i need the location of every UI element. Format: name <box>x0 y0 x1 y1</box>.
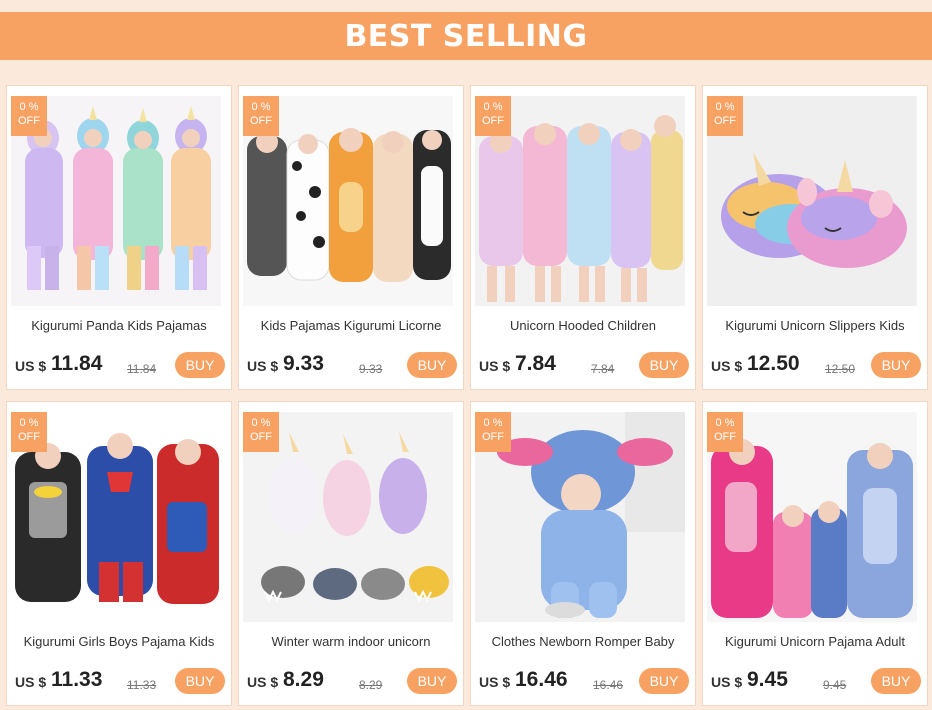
product-title[interactable]: Winter warm indoor unicorn <box>239 634 463 649</box>
product-price: 9.45 <box>747 668 788 691</box>
product-card[interactable]: 0 % OFF Kigurumi Panda Kids Pajamas US $… <box>6 85 232 390</box>
price-row: US $ 8.29 8.29 BUY <box>247 666 461 696</box>
original-price: 11.33 <box>127 678 157 692</box>
discount-percent: 0 % <box>251 417 271 429</box>
currency-label: US $ <box>479 674 511 690</box>
product-card[interactable]: 0 % OFF Kids Pajamas Kigurumi Licorne US… <box>238 85 464 390</box>
discount-off: OFF <box>714 431 736 443</box>
product-price: 8.29 <box>283 668 324 691</box>
best-selling-banner: BEST SELLING <box>0 12 932 60</box>
product-title[interactable]: Unicorn Hooded Children <box>471 318 695 333</box>
product-title[interactable]: Kids Pajamas Kigurumi Licorne <box>239 318 463 333</box>
product-price: 16.46 <box>515 668 568 691</box>
discount-badge: 0 % OFF <box>707 412 743 452</box>
banner-title: BEST SELLING <box>344 18 588 54</box>
discount-percent: 0 % <box>19 417 39 429</box>
product-price: 12.50 <box>747 352 800 375</box>
discount-percent: 0 % <box>19 101 39 113</box>
product-price: 9.33 <box>283 352 324 375</box>
discount-badge: 0 % OFF <box>475 412 511 452</box>
currency-label: US $ <box>247 358 279 374</box>
product-card[interactable]: 0 % OFF Kigurumi Girls Boys Pajama Kids … <box>6 401 232 706</box>
product-card[interactable]: 0 % OFF Kigurumi Unicorn Slippers Kids U… <box>702 85 928 390</box>
discount-badge: 0 % OFF <box>11 412 47 452</box>
discount-percent: 0 % <box>483 417 503 429</box>
currency-label: US $ <box>711 674 743 690</box>
buy-button[interactable]: BUY <box>407 668 457 694</box>
discount-off: OFF <box>18 431 40 443</box>
discount-badge: 0 % OFF <box>11 96 47 136</box>
product-title[interactable]: Kigurumi Unicorn Slippers Kids <box>703 318 927 333</box>
discount-percent: 0 % <box>483 101 503 113</box>
discount-off: OFF <box>250 431 272 443</box>
discount-off: OFF <box>714 115 736 127</box>
currency-label: US $ <box>15 358 47 374</box>
top-strip <box>0 0 932 10</box>
currency-label: US $ <box>479 358 511 374</box>
buy-button[interactable]: BUY <box>175 352 225 378</box>
discount-off: OFF <box>482 115 504 127</box>
currency-label: US $ <box>15 674 47 690</box>
original-price: 7.84 <box>591 362 615 376</box>
price-row: US $ 11.84 11.84 BUY <box>15 350 229 380</box>
price-row: US $ 16.46 16.46 BUY <box>479 666 693 696</box>
discount-percent: 0 % <box>251 101 271 113</box>
discount-off: OFF <box>18 115 40 127</box>
bottom-strip <box>0 706 932 710</box>
original-price: 9.45 <box>823 678 847 692</box>
product-title[interactable]: Kigurumi Panda Kids Pajamas <box>7 318 231 333</box>
buy-button[interactable]: BUY <box>407 352 457 378</box>
currency-label: US $ <box>711 358 743 374</box>
original-price: 11.84 <box>127 362 157 376</box>
product-card[interactable]: 0 % OFF Clothes Newborn Romper Baby US $… <box>470 401 696 706</box>
price-row: US $ 9.33 9.33 BUY <box>247 350 461 380</box>
buy-button[interactable]: BUY <box>871 352 921 378</box>
original-price: 12.50 <box>825 362 856 376</box>
product-card[interactable]: 0 % OFF Unicorn Hooded Children US $ 7.8… <box>470 85 696 390</box>
price-row: US $ 9.45 9.45 BUY <box>711 666 925 696</box>
price-row: US $ 12.50 12.50 BUY <box>711 350 925 380</box>
discount-badge: 0 % OFF <box>243 412 279 452</box>
buy-button[interactable]: BUY <box>639 352 689 378</box>
product-card[interactable]: 0 % OFF Winter warm indoor unicorn US $ … <box>238 401 464 706</box>
buy-button[interactable]: BUY <box>871 668 921 694</box>
discount-badge: 0 % OFF <box>707 96 743 136</box>
product-price: 11.33 <box>51 668 103 691</box>
original-price: 8.29 <box>359 678 383 692</box>
discount-badge: 0 % OFF <box>243 96 279 136</box>
price-row: US $ 11.33 11.33 BUY <box>15 666 229 696</box>
discount-off: OFF <box>482 431 504 443</box>
product-title[interactable]: Kigurumi Unicorn Pajama Adult <box>703 634 927 649</box>
product-card[interactable]: 0 % OFF Kigurumi Unicorn Pajama Adult US… <box>702 401 928 706</box>
buy-button[interactable]: BUY <box>639 668 689 694</box>
product-price: 11.84 <box>51 352 103 375</box>
buy-button[interactable]: BUY <box>175 668 225 694</box>
original-price: 16.46 <box>593 678 624 692</box>
discount-badge: 0 % OFF <box>475 96 511 136</box>
currency-label: US $ <box>247 674 279 690</box>
discount-percent: 0 % <box>715 101 735 113</box>
original-price: 9.33 <box>359 362 383 376</box>
product-title[interactable]: Clothes Newborn Romper Baby <box>471 634 695 649</box>
discount-off: OFF <box>250 115 272 127</box>
price-row: US $ 7.84 7.84 BUY <box>479 350 693 380</box>
discount-percent: 0 % <box>715 417 735 429</box>
product-title[interactable]: Kigurumi Girls Boys Pajama Kids <box>7 634 231 649</box>
product-price: 7.84 <box>515 352 556 375</box>
